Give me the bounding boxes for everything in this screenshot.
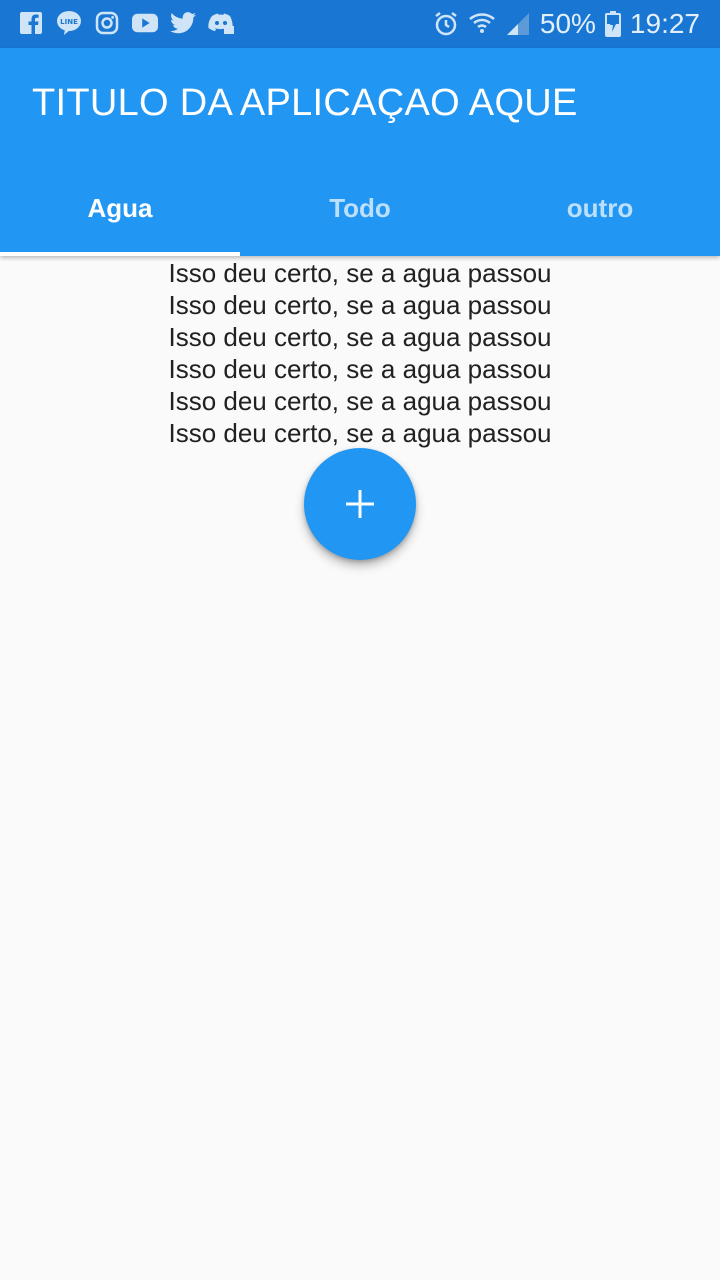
app-bar: TITULO DA APLICAÇAO AQUE Agua Todo outro xyxy=(0,48,720,256)
svg-text:LINE: LINE xyxy=(60,18,78,26)
content-text: Isso deu certo, se a agua passou xyxy=(168,386,552,416)
tab-label: outro xyxy=(566,192,634,223)
add-button[interactable] xyxy=(304,448,416,560)
battery-charging-icon xyxy=(604,10,622,38)
tab-agua[interactable]: Agua xyxy=(0,160,240,256)
content-text: Isso deu certo, se a agua passou xyxy=(168,322,552,352)
content-text: Isso deu certo, se a agua passou xyxy=(168,258,552,288)
tab-outro[interactable]: outro xyxy=(480,160,720,256)
tab-todo[interactable]: Todo xyxy=(240,160,480,256)
content-text: Isso deu certo, se a agua passou xyxy=(168,354,552,384)
signal-icon xyxy=(504,10,532,38)
content-text: Isso deu certo, se a agua passou xyxy=(168,290,552,320)
discord-icon xyxy=(208,10,234,36)
twitter-icon xyxy=(170,10,196,36)
app-title: TITULO DA APLICAÇAO AQUE xyxy=(32,82,578,124)
battery-percentage: 50% xyxy=(539,8,596,39)
facebook-icon xyxy=(18,10,44,36)
system-status: 50% 19:27 xyxy=(432,6,700,42)
instagram-icon xyxy=(94,10,120,36)
wifi-icon xyxy=(468,10,496,38)
youtube-icon xyxy=(132,10,158,36)
clock: 19:27 xyxy=(629,8,700,39)
tab-content: Isso deu certo, se a agua passou Isso de… xyxy=(0,256,720,449)
notification-icons: LINE xyxy=(18,10,234,36)
tab-bar: Agua Todo outro xyxy=(0,160,720,256)
tab-label: Agua xyxy=(87,192,153,223)
alarm-icon xyxy=(432,10,460,38)
content-text: Isso deu certo, se a agua passou xyxy=(168,418,552,448)
tab-label: Todo xyxy=(329,192,391,223)
line-icon: LINE xyxy=(56,10,82,36)
plus-icon xyxy=(345,489,375,519)
status-bar: LINE 50% 19:27 xyxy=(0,0,720,48)
